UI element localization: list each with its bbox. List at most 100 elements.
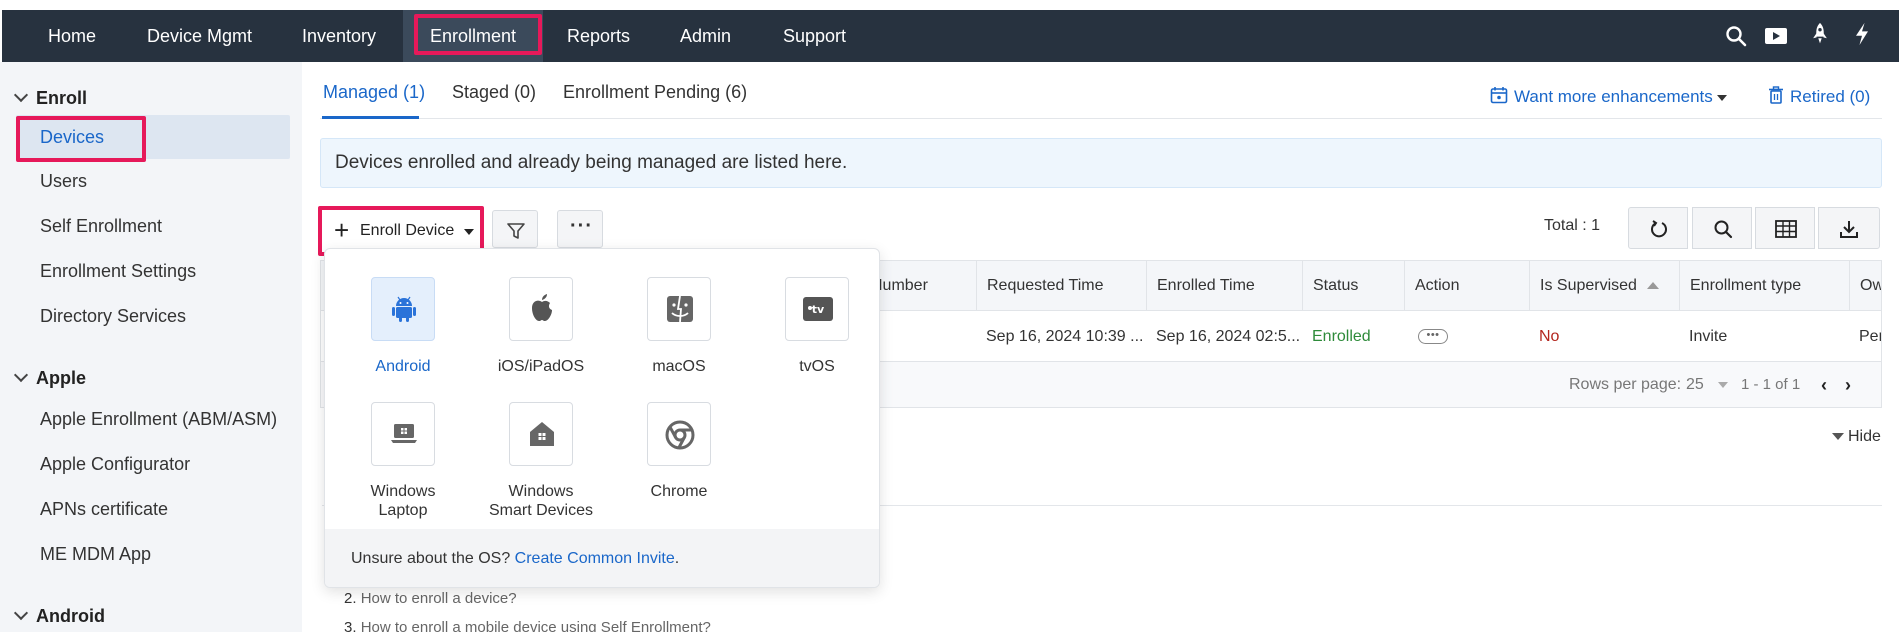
sidebar-item-apns-certificate[interactable]: APNs certificate [40, 499, 168, 520]
lightning-icon[interactable] [1850, 22, 1874, 46]
table-search-button[interactable] [1692, 207, 1752, 249]
help-item-2: 2. How to enroll a device? [344, 590, 517, 607]
next-page-icon[interactable]: › [1845, 375, 1851, 396]
os-tile-tvos[interactable]: tv [785, 277, 849, 341]
sort-ascending-icon [1646, 282, 1659, 290]
download-icon [1840, 221, 1858, 238]
active-tab-indicator [322, 116, 419, 119]
os-tile-windows-laptop[interactable] [371, 402, 435, 466]
windows-smart-icon [530, 422, 554, 446]
column-header-is-supervised[interactable]: Is Supervised [1529, 261, 1679, 311]
tab-staged[interactable]: Staged (0) [452, 82, 536, 103]
chrome-icon [665, 420, 695, 450]
export-button[interactable] [1818, 207, 1880, 249]
ellipsis-icon: ··· [570, 215, 593, 237]
filter-button[interactable] [492, 210, 538, 248]
calendar-icon [1490, 87, 1508, 104]
column-chooser-button[interactable] [1755, 207, 1815, 249]
cell-status: Enrolled [1312, 328, 1371, 345]
refresh-button[interactable] [1628, 207, 1688, 249]
more-options-button[interactable]: ··· [557, 210, 603, 248]
info-banner: Devices enrolled and already being manag… [320, 138, 1882, 188]
help-item-3: 3. How to enroll a mobile device using S… [344, 619, 711, 632]
column-header-enrollment-type[interactable]: Enrollment type [1679, 261, 1849, 311]
hide-label: Hide [1848, 428, 1881, 445]
cell-is-supervised: No [1539, 328, 1560, 345]
os-label-windows-smart-line1: Windows [508, 483, 574, 500]
row-action-button[interactable]: ••• [1414, 313, 1454, 361]
sidebar-item-users[interactable]: Users [40, 171, 87, 192]
nav-home[interactable]: Home [48, 10, 96, 62]
retired-label: Retired (0) [1790, 87, 1871, 106]
tab-managed[interactable]: Managed (1) [323, 82, 425, 103]
column-header-enrolled-time[interactable]: Enrolled Time [1146, 261, 1302, 311]
sidebar-item-enrollment-settings[interactable]: Enrollment Settings [40, 261, 196, 282]
help-item-3-number: 3. [344, 619, 357, 632]
enhancements-link[interactable]: Want more enhancements [1490, 86, 1727, 107]
rocket-icon[interactable] [1808, 22, 1832, 46]
top-navigation-bar [2, 10, 1899, 62]
sidebar-section-enroll-label: Enroll [36, 88, 88, 108]
filter-icon [507, 223, 525, 239]
hide-toggle[interactable]: Hide [1832, 428, 1881, 446]
enroll-device-button[interactable]: + Enroll Device [322, 210, 480, 252]
help-item-2-number: 2. [344, 590, 357, 607]
caret-down-icon [1716, 94, 1727, 101]
top-navigation: Home Device Mgmt Inventory Enrollment Re… [0, 0, 1899, 62]
sidebar-item-devices[interactable]: Devices [16, 115, 290, 159]
search-icon[interactable] [1724, 24, 1748, 48]
enrollment-highlight-box [414, 14, 542, 55]
column-header-requested-time[interactable]: Requested Time [976, 261, 1146, 311]
video-icon[interactable] [1764, 24, 1788, 48]
caret-down-icon [1717, 381, 1728, 388]
table-icon [1775, 220, 1797, 238]
enroll-os-dropdown: Android iOS/iPadOS macOS tv tvOS Windows… [324, 248, 880, 588]
os-tile-macos[interactable] [647, 277, 711, 341]
sidebar-item-directory-services[interactable]: Directory Services [40, 306, 186, 327]
os-label-tvos: tvOS [799, 358, 835, 375]
is-supervised-label: Is Supervised [1540, 277, 1637, 294]
search-icon [1714, 220, 1733, 239]
trash-icon [1769, 86, 1783, 104]
create-common-invite-link[interactable]: Create Common Invite [515, 550, 675, 567]
nav-inventory[interactable]: Inventory [302, 10, 376, 62]
apple-icon [532, 294, 552, 321]
prev-page-icon[interactable]: ‹ [1821, 375, 1827, 396]
sidebar-item-self-enrollment[interactable]: Self Enrollment [40, 216, 162, 237]
caret-down-icon [464, 229, 474, 235]
sidebar-section-android[interactable]: Android [13, 605, 105, 627]
os-label-windows-smart-line2: Smart Devices [488, 502, 594, 519]
os-label-macos: macOS [652, 358, 706, 375]
cell-enrolled-time: Sep 16, 2024 02:5... [1156, 328, 1301, 345]
sidebar-section-apple-label: Apple [36, 368, 87, 388]
os-label-windows-laptop: Windows Laptop [338, 482, 468, 520]
chevron-down-icon [13, 367, 29, 383]
nav-device-mgmt[interactable]: Device Mgmt [147, 10, 252, 62]
sidebar-section-apple[interactable]: Apple [13, 367, 87, 389]
sidebar-item-me-mdm-app[interactable]: ME MDM App [40, 544, 151, 565]
help-link-enroll-device[interactable]: How to enroll a device? [361, 590, 517, 607]
os-label-android: Android [375, 358, 431, 375]
sidebar-item-apple-configurator[interactable]: Apple Configurator [40, 454, 190, 475]
column-header-action[interactable]: Action [1404, 261, 1529, 311]
enhancements-label: Want more enhancements [1514, 87, 1713, 106]
nav-admin[interactable]: Admin [680, 10, 731, 62]
caret-down-icon [1832, 433, 1844, 441]
footer-period: . [674, 550, 680, 567]
nav-support[interactable]: Support [783, 10, 846, 62]
sidebar-item-apple-enrollment[interactable]: Apple Enrollment (ABM/ASM) [40, 409, 277, 430]
os-tile-ios[interactable] [509, 277, 573, 341]
help-link-self-enrollment[interactable]: How to enroll a mobile device using Self… [361, 619, 711, 632]
tab-enrollment-pending[interactable]: Enrollment Pending (6) [563, 82, 747, 103]
os-tile-android[interactable] [371, 277, 435, 341]
column-header-owner[interactable]: Ow [1849, 261, 1881, 311]
rows-per-page-select[interactable]: 25 [1686, 376, 1728, 394]
sidebar-section-enroll[interactable]: Enroll [13, 87, 88, 109]
os-tile-chrome[interactable] [647, 402, 711, 466]
os-tile-windows-smart[interactable] [509, 402, 573, 466]
nav-reports[interactable]: Reports [567, 10, 630, 62]
column-header-status[interactable]: Status [1302, 261, 1404, 311]
retired-link[interactable]: Retired (0) [1768, 86, 1870, 107]
chevron-down-icon [13, 87, 29, 103]
refresh-icon [1651, 220, 1667, 238]
